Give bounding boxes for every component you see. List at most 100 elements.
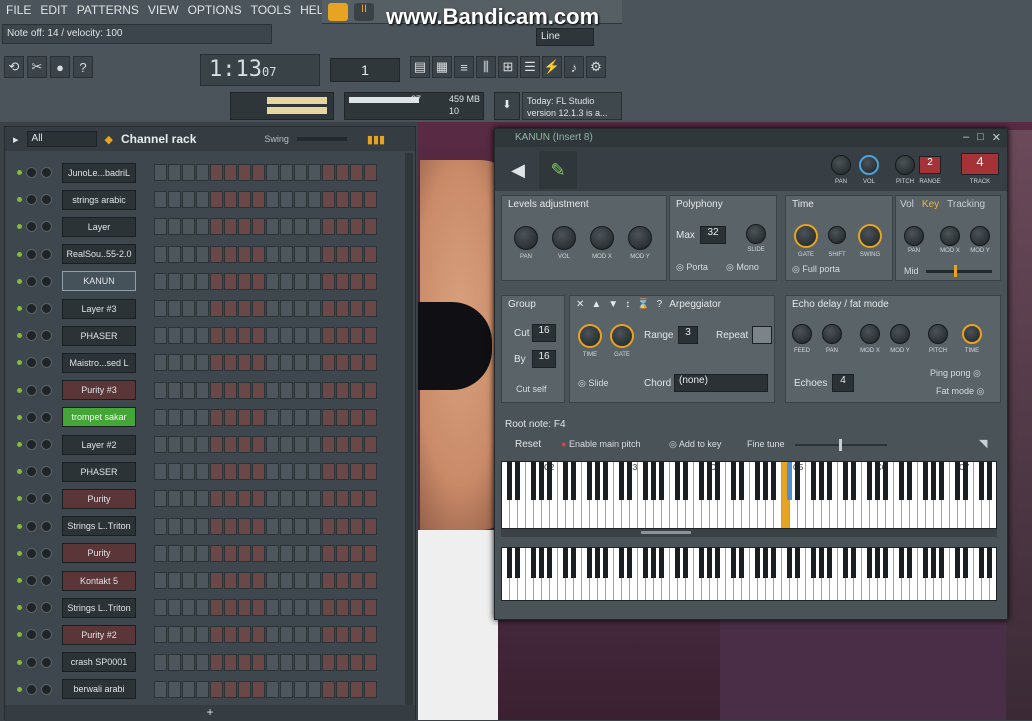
pan-knob[interactable] [831,155,851,175]
step-button[interactable] [238,327,251,345]
step-button[interactable] [280,300,293,317]
step-button[interactable] [294,408,307,426]
step-button[interactable] [182,490,195,508]
step-button[interactable] [280,544,293,562]
step-button[interactable] [210,354,223,372]
channel-vol-knob[interactable] [41,629,52,641]
piano-black-key[interactable] [603,462,608,501]
step-button[interactable] [294,680,307,698]
step-button[interactable] [266,490,279,508]
step-button[interactable] [322,191,335,209]
piano-black-key[interactable] [507,548,512,579]
piano-black-key[interactable] [731,462,736,501]
piano-black-key[interactable] [987,462,992,501]
piano-black-key[interactable] [675,548,680,579]
piano-roll-icon[interactable]: ▦ [432,56,452,78]
step-button[interactable] [210,300,223,317]
step-button[interactable] [154,354,167,372]
step-button[interactable] [224,164,237,181]
piano-black-key[interactable] [587,462,592,501]
slide-knob[interactable] [746,224,766,244]
step-button[interactable] [308,517,321,535]
channel-vol-knob[interactable] [41,683,52,695]
step-button[interactable] [182,599,195,617]
step-button[interactable] [308,164,321,181]
levels-pan-knob[interactable] [514,226,538,250]
step-button[interactable] [182,218,195,236]
step-button[interactable] [322,680,335,698]
step-button[interactable] [280,272,293,290]
menu-file[interactable]: FILE [6,3,31,17]
piano-black-key[interactable] [675,462,680,501]
step-button[interactable] [308,463,321,481]
step-button[interactable] [238,300,251,317]
piano-black-key[interactable] [683,462,688,501]
step-button[interactable] [308,653,321,671]
tab-tracking[interactable]: Tracking [947,199,985,210]
channel-name-button[interactable]: RealSou..55-2.0 [62,244,136,265]
menu-patterns[interactable]: PATTERNS [77,3,139,17]
step-button[interactable] [308,327,321,345]
step-button[interactable] [210,680,223,698]
pause-icon[interactable]: II [354,3,374,21]
step-button[interactable] [294,653,307,671]
step-button[interactable] [266,327,279,345]
step-button[interactable] [252,218,265,236]
keyboard-scroll-thumb[interactable] [641,531,691,534]
step-button[interactable] [280,381,293,399]
step-button[interactable] [350,272,363,290]
menu-view[interactable]: VIEW [148,3,179,17]
piano-black-key[interactable] [731,548,736,579]
step-button[interactable] [308,572,321,589]
step-button[interactable] [154,680,167,698]
step-button[interactable] [294,381,307,399]
channel-vol-knob[interactable] [41,303,52,314]
step-button[interactable] [364,490,377,508]
step-button[interactable] [308,272,321,290]
channel-pan-knob[interactable] [26,411,37,423]
step-button[interactable] [364,245,377,263]
channel-mute-led[interactable] [17,578,22,583]
piano-black-key[interactable] [531,548,536,579]
step-button[interactable] [308,544,321,562]
channel-mute-led[interactable] [17,278,22,284]
channel-vol-knob[interactable] [41,330,52,342]
channel-mute-led[interactable] [17,387,22,393]
step-button[interactable] [294,354,307,372]
step-button[interactable] [182,245,195,263]
step-button[interactable] [336,653,349,671]
step-button[interactable] [294,436,307,453]
step-button[interactable] [196,436,209,453]
step-button[interactable] [336,164,349,181]
shift-knob[interactable] [828,226,846,244]
fine-tune-slider[interactable] [795,439,887,451]
piano-black-key[interactable] [811,462,816,501]
step-button[interactable] [196,517,209,535]
channel-name-button[interactable]: crash SP0001 [62,652,136,673]
piano-black-key[interactable] [907,462,912,501]
piano-black-key[interactable] [819,462,824,501]
channel-pan-knob[interactable] [26,330,37,342]
rack-options-icon[interactable]: ◆ [105,133,113,146]
menu-options[interactable]: OPTIONS [188,3,242,17]
piano-black-key[interactable] [571,462,576,501]
step-button[interactable] [266,245,279,263]
channel-vol-knob[interactable] [41,575,52,586]
polyphony-max-field[interactable]: 32 [700,226,726,244]
step-button[interactable] [182,680,195,698]
step-button[interactable] [238,517,251,535]
step-button[interactable] [336,327,349,345]
step-button[interactable] [238,436,251,453]
porta-checkbox[interactable]: ◎ Porta [676,262,708,273]
piano-black-key[interactable] [739,462,744,501]
step-button[interactable] [154,191,167,209]
channel-name-button[interactable]: Purity #3 [62,380,136,401]
step-button[interactable] [364,436,377,453]
tab-key[interactable]: Key [922,199,939,210]
step-button[interactable] [322,653,335,671]
step-button[interactable] [154,572,167,589]
reset-icon[interactable]: ⟲ [4,56,24,78]
step-button[interactable] [154,653,167,671]
channel-filter-select[interactable]: All [26,131,97,147]
step-button[interactable] [280,463,293,481]
